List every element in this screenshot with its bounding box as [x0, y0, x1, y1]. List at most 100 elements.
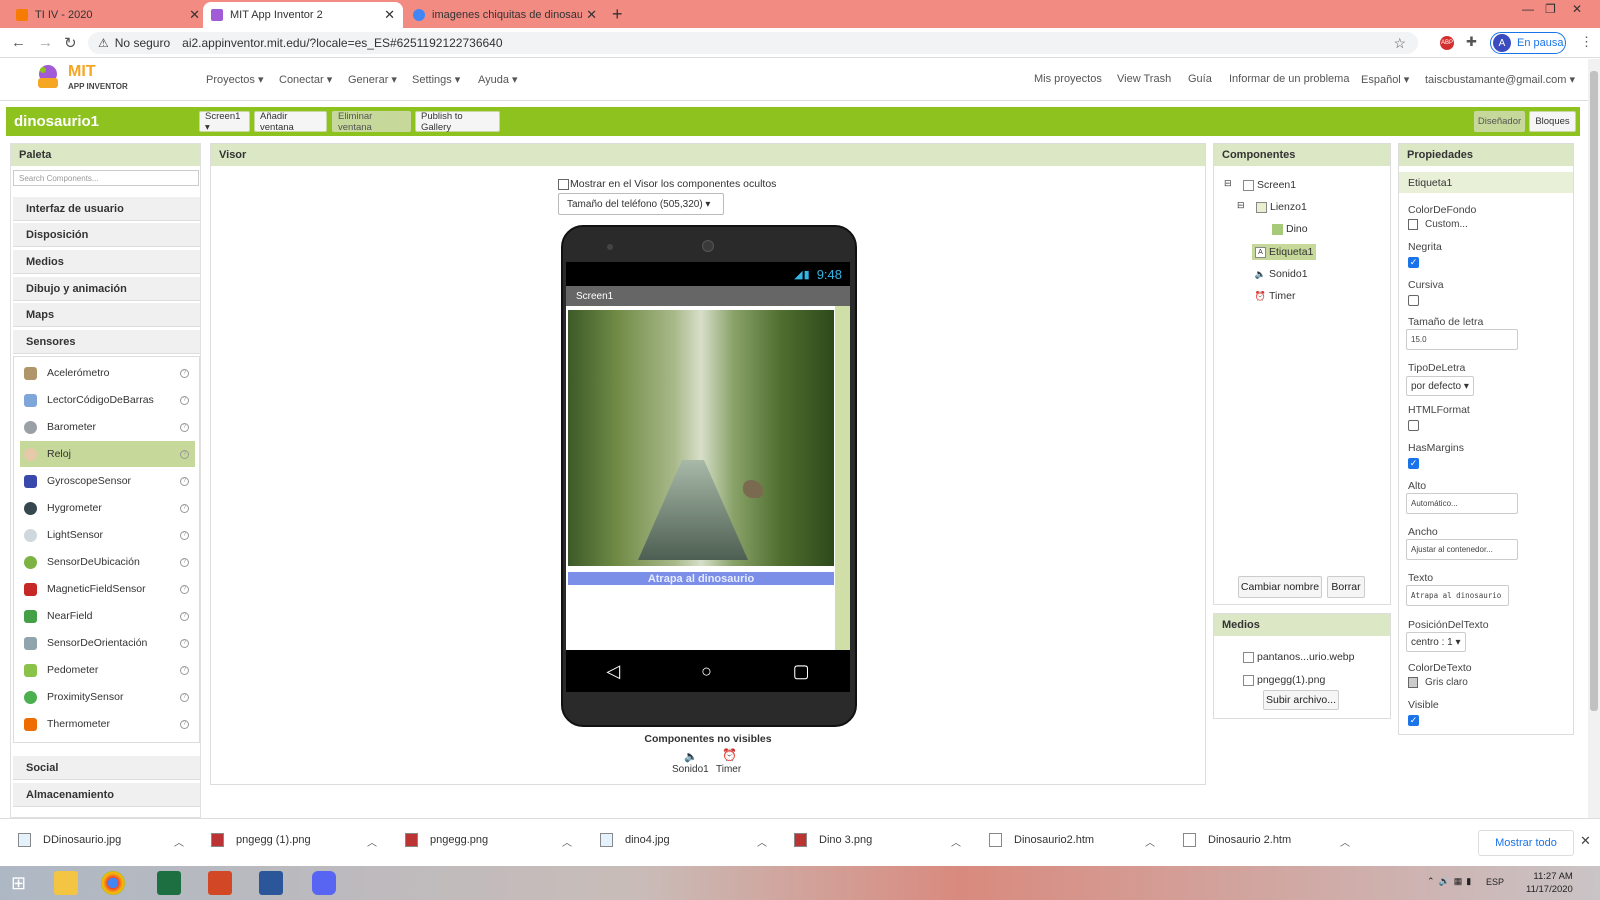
menu-mis-proyectos[interactable]: Mis proyectos — [1034, 73, 1102, 85]
menu-conectar[interactable]: Conectar ▾ — [279, 73, 332, 86]
download-item[interactable]: dino4.jpg — [600, 833, 670, 847]
prop-margins-checkbox[interactable]: ✓ — [1408, 458, 1419, 469]
canvas-lienzo1[interactable] — [568, 310, 834, 566]
category-layout[interactable]: Disposición — [13, 223, 200, 247]
mit-logo[interactable]: MIT APP INVENTOR — [30, 62, 140, 94]
menu-guia[interactable]: Guía — [1188, 73, 1212, 85]
sensor-item[interactable]: SensorDeUbicación? — [20, 549, 195, 575]
sensor-item[interactable]: Acelerómetro? — [20, 360, 195, 386]
discord-icon[interactable] — [312, 871, 336, 895]
prop-fonttype-select[interactable]: por defecto ▾ — [1406, 376, 1474, 396]
sensor-item[interactable]: Thermometer? — [20, 711, 195, 737]
remove-screen-button[interactable]: Eliminar ventana — [332, 111, 411, 133]
prop-text-input[interactable]: Atrapa al dinosaurio — [1406, 585, 1509, 606]
sensor-item-selected[interactable]: Reloj? — [20, 441, 195, 467]
menu-settings[interactable]: Settings ▾ — [412, 73, 460, 86]
sensor-item[interactable]: MagneticFieldSensor? — [20, 576, 195, 602]
sensor-item[interactable]: LectorCódigoDeBarras? — [20, 387, 195, 413]
show-hidden-checkbox[interactable] — [558, 178, 569, 190]
sensor-item[interactable]: SensorDeOrientación? — [20, 630, 195, 656]
collapse-icon[interactable]: ⊟ — [1224, 178, 1232, 189]
chevron-up-icon[interactable]: ︿ — [1145, 834, 1155, 849]
download-item[interactable]: Dino 3.png — [794, 833, 872, 847]
menu-ayuda[interactable]: Ayuda ▾ — [478, 73, 518, 86]
prop-textcolor-picker[interactable]: Gris claro — [1408, 677, 1468, 688]
sensor-item[interactable]: GyroscopeSensor? — [20, 468, 195, 494]
category-storage[interactable]: Almacenamiento — [13, 783, 200, 807]
extensions-icon[interactable]: ✚ — [1466, 34, 1477, 50]
menu-view-trash[interactable]: View Trash — [1117, 73, 1171, 85]
prop-align-select[interactable]: centro : 1 ▾ — [1406, 632, 1466, 652]
dino-sprite[interactable] — [743, 480, 763, 498]
prop-html-checkbox[interactable] — [1408, 420, 1419, 431]
help-icon[interactable]: ? — [180, 476, 189, 486]
component-search-input[interactable]: Search Components... — [13, 170, 199, 186]
browser-menu-icon[interactable]: ⋮ — [1580, 34, 1593, 50]
tree-node-dino[interactable]: Dino — [1272, 223, 1308, 235]
close-downloads-icon[interactable]: ✕ — [1580, 833, 1591, 849]
reload-icon[interactable]: ↻ — [64, 34, 77, 52]
upload-file-button[interactable]: Subir archivo... — [1263, 690, 1339, 710]
sensor-item[interactable]: Barometer? — [20, 414, 195, 440]
close-window-icon[interactable]: ✕ — [1572, 2, 1582, 16]
menu-proyectos[interactable]: Proyectos ▾ — [206, 73, 264, 86]
browser-tab-appinventor[interactable]: MIT App Inventor 2 ✕ — [203, 2, 403, 28]
excel-icon[interactable] — [157, 871, 181, 895]
prop-visible-checkbox[interactable]: ✓ — [1408, 715, 1419, 726]
help-icon[interactable]: ? — [180, 368, 189, 378]
prop-height-input[interactable]: Automático... — [1406, 493, 1518, 514]
media-file[interactable]: pantanos...urio.webp — [1243, 651, 1354, 663]
chevron-up-icon[interactable]: ︿ — [367, 834, 377, 849]
maximize-icon[interactable]: ❐ — [1545, 2, 1556, 16]
category-sensors[interactable]: Sensores — [13, 330, 200, 354]
category-maps[interactable]: Maps — [13, 303, 200, 327]
download-item[interactable]: DDinosaurio.jpg — [18, 833, 121, 847]
category-media[interactable]: Medios — [13, 250, 200, 274]
help-icon[interactable]: ? — [180, 530, 189, 540]
taskbar-clock[interactable]: 11:27 AM 11/17/2020 — [1526, 870, 1573, 896]
chevron-up-icon[interactable]: ︿ — [562, 834, 572, 849]
tree-node-etiqueta1-selected[interactable]: A Etiqueta1 — [1252, 244, 1317, 260]
menu-generar[interactable]: Generar ▾ — [348, 73, 397, 86]
download-item[interactable]: Dinosaurio2.htm — [989, 833, 1094, 847]
tree-node-lienzo1[interactable]: Lienzo1 — [1256, 201, 1307, 213]
forward-icon[interactable]: → — [38, 34, 53, 51]
label-etiqueta1[interactable]: Atrapa al dinosaurio — [568, 572, 834, 585]
help-icon[interactable]: ? — [180, 638, 189, 648]
word-icon[interactable] — [259, 871, 283, 895]
close-icon[interactable]: ✕ — [384, 7, 395, 23]
sensor-item[interactable]: Pedometer? — [20, 657, 195, 683]
blocks-button[interactable]: Bloques — [1529, 111, 1576, 132]
download-item[interactable]: Dinosaurio 2.htm — [1183, 833, 1291, 847]
input-language[interactable]: ESP — [1486, 877, 1504, 887]
help-icon[interactable]: ? — [180, 449, 189, 459]
browser-tab-google[interactable]: imagenes chiquitas de dinosaurio ✕ — [405, 2, 605, 28]
category-user-interface[interactable]: Interfaz de usuario — [13, 197, 200, 221]
chevron-up-icon[interactable]: ︿ — [174, 834, 184, 849]
scrollbar-thumb[interactable] — [1590, 71, 1598, 711]
screen-select[interactable]: Screen1 ▾ — [199, 111, 250, 133]
chevron-up-icon[interactable]: ︿ — [1340, 834, 1350, 849]
page-scrollbar[interactable] — [1588, 59, 1600, 818]
sensor-item[interactable]: ProximitySensor? — [20, 684, 195, 710]
back-icon[interactable]: ← — [11, 34, 26, 51]
tree-node-screen1[interactable]: Screen1 — [1243, 179, 1296, 191]
help-icon[interactable]: ? — [180, 665, 189, 675]
prop-italic-checkbox[interactable] — [1408, 295, 1419, 306]
chevron-up-icon[interactable]: ︿ — [951, 834, 961, 849]
minimize-icon[interactable]: — — [1522, 2, 1534, 16]
tree-node-sonido1[interactable]: 🔈 Sonido1 — [1255, 268, 1308, 280]
download-item[interactable]: pngegg (1).png — [211, 833, 311, 847]
close-icon[interactable]: ✕ — [586, 7, 597, 23]
help-icon[interactable]: ? — [180, 719, 189, 729]
category-drawing[interactable]: Dibujo y animación — [13, 277, 200, 301]
powerpoint-icon[interactable] — [208, 871, 232, 895]
help-icon[interactable]: ? — [180, 557, 189, 567]
category-social[interactable]: Social — [13, 756, 200, 780]
nonvisible-timer[interactable]: Timer — [716, 764, 741, 775]
help-icon[interactable]: ? — [180, 692, 189, 702]
url-input[interactable]: ⚠ No seguro ai2.appinventor.mit.edu/?loc… — [88, 32, 1418, 54]
help-icon[interactable]: ? — [180, 584, 189, 594]
close-icon[interactable]: ✕ — [189, 7, 200, 23]
new-tab-button[interactable]: + — [612, 4, 623, 25]
